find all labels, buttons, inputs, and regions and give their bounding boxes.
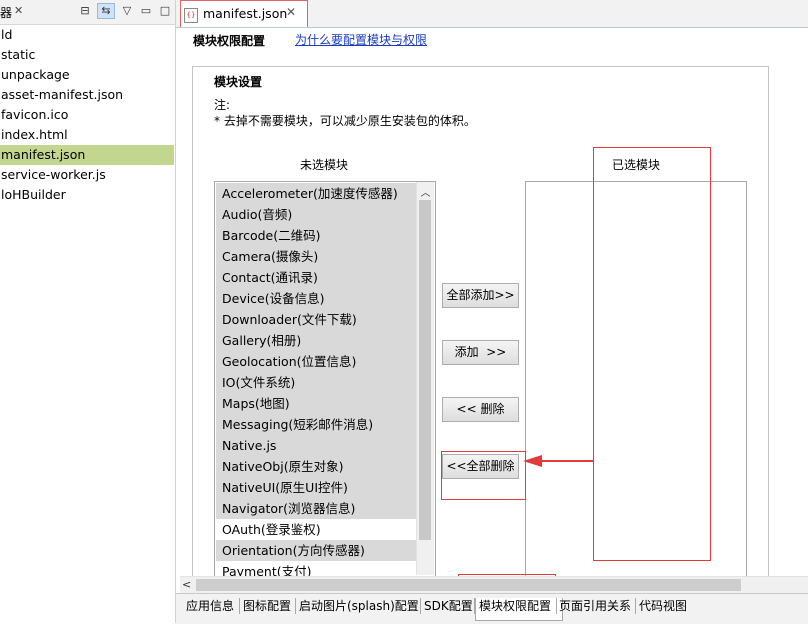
scroll-thumb[interactable] (419, 200, 431, 540)
bottom-tab[interactable]: 图标配置 (240, 598, 300, 620)
unselected-modules-list[interactable]: Accelerometer(加速度传感器) Audio(音频) Barcode(二维… (214, 181, 436, 578)
project-explorer-panel: 器 ✕ ⊟ ⇆ ▽ ▭ □ ld static unpackage asset-man… (0, 0, 176, 623)
tree-item[interactable]: index.html (0, 125, 174, 145)
collapse-all-icon[interactable]: ⊟ (77, 4, 93, 18)
bottom-tab[interactable]: 启动图片(splash)配置 (296, 598, 425, 620)
tab-close-icon[interactable]: ✕ (286, 5, 296, 19)
module-list-item[interactable]: Downloader(文件下载) (216, 309, 423, 330)
group-title: 模块设置 (214, 75, 263, 89)
selected-modules-label: 已选模块 (612, 158, 661, 172)
module-list-item[interactable]: Audio(音频) (216, 204, 423, 225)
horizontal-scrollbar[interactable]: < (180, 576, 808, 593)
tree-item[interactable]: asset-manifest.json (0, 85, 174, 105)
explorer-close-icon[interactable]: ✕ (14, 4, 23, 17)
tree-item[interactable]: unpackage (0, 65, 174, 85)
tree-item[interactable]: manifest.json (0, 145, 174, 165)
module-list-item[interactable]: Maps(地图) (216, 393, 423, 414)
annotation-arrow-icon (523, 455, 594, 467)
editor-tab-label: manifest.json (203, 6, 288, 21)
maximize-icon[interactable]: □ (157, 4, 173, 18)
link-with-editor-icon[interactable]: ⇆ (97, 3, 115, 19)
tree-item[interactable]: favicon.ico (0, 105, 174, 125)
scroll-up-icon[interactable]: ︿ (417, 184, 434, 199)
module-list-item[interactable]: NativeObj(原生对象) (216, 456, 423, 477)
bottom-tab[interactable]: 代码视图 (636, 598, 696, 620)
module-list-item[interactable]: Messaging(短彩邮件消息) (216, 414, 423, 435)
bottom-tab[interactable]: 页面引用关系 (556, 598, 640, 620)
tree-item[interactable]: service-worker.js (0, 165, 174, 185)
module-list-item[interactable]: Device(设备信息) (216, 288, 423, 309)
remove-button[interactable]: << 删除 (442, 397, 519, 422)
unselected-modules-label: 未选模块 (300, 158, 349, 172)
module-list-item[interactable]: Orientation(方向传感器) (216, 540, 423, 561)
tree-item[interactable]: static (0, 45, 174, 65)
module-list-item[interactable]: NativeUI(原生UI控件) (216, 477, 423, 498)
scroll-left-icon[interactable]: < (182, 578, 191, 591)
tree-item[interactable]: ld (0, 25, 174, 45)
note-text: * 去掉不需要模块，可以减少原生安装包的体积。 (214, 114, 476, 128)
module-list-item[interactable]: Contact(通讯录) (216, 267, 423, 288)
page-title: 模块权限配置 (193, 34, 266, 48)
add-all-button[interactable]: 全部添加>> (442, 283, 519, 308)
minimize-icon[interactable]: ▭ (138, 4, 154, 18)
note-label: 注: (214, 98, 231, 112)
bottom-tab[interactable]: 模块权限配置 (475, 598, 563, 621)
module-list-item[interactable]: Camera(摄像头) (216, 246, 423, 267)
module-list-item[interactable]: Accelerometer(加速度传感器) (216, 183, 423, 204)
selected-modules-list[interactable] (525, 181, 747, 578)
json-file-icon: {} (184, 8, 198, 23)
help-link[interactable]: 为什么要配置模块与权限 (295, 31, 427, 48)
module-list-item[interactable]: Barcode(二维码) (216, 225, 423, 246)
module-list-item[interactable]: Native.js (216, 435, 423, 456)
explorer-title: 器 (0, 6, 13, 20)
editor-tab-manifest[interactable]: {} manifest.json ✕ (180, 0, 308, 27)
module-list-item[interactable]: IO(文件系统) (216, 372, 423, 393)
remove-all-button[interactable]: <<全部删除 (442, 454, 519, 479)
bottom-tab[interactable]: 应用信息 (183, 598, 244, 620)
list-scrollbar[interactable]: ︿ (416, 182, 434, 575)
module-list-item[interactable]: Navigator(浏览器信息) (216, 498, 423, 519)
module-list-item[interactable]: Gallery(相册) (216, 330, 423, 351)
module-list-item[interactable]: Geolocation(位置信息) (216, 351, 423, 372)
tree-item[interactable]: loHBuilder (0, 185, 174, 205)
explorer-header: 器 ✕ ⊟ ⇆ ▽ ▭ □ (0, 0, 175, 25)
view-menu-icon[interactable]: ▽ (119, 4, 135, 18)
horizontal-scroll-thumb[interactable] (196, 579, 741, 591)
module-list-item[interactable]: OAuth(登录鉴权) (216, 519, 423, 540)
bottom-tab[interactable]: SDK配置 (421, 598, 479, 620)
add-button[interactable]: 添加 >> (442, 340, 519, 365)
